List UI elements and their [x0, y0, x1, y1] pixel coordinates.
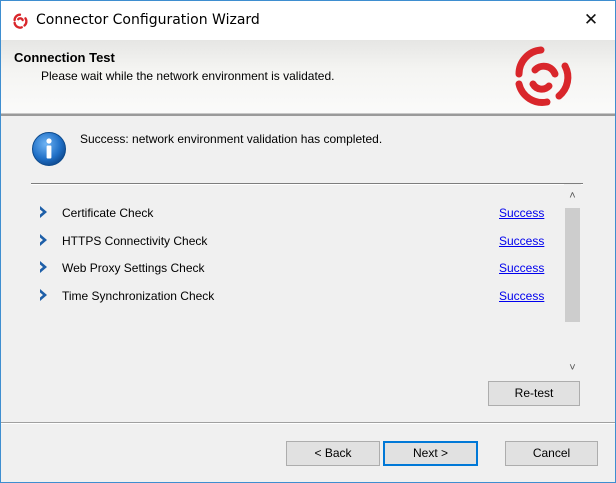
divider: [31, 183, 583, 185]
back-button[interactable]: < Back: [286, 441, 380, 466]
chevron-right-icon: [40, 206, 47, 218]
info-icon: [32, 132, 66, 166]
wizard-window: Connector Configuration Wizard ✕ Connect…: [0, 0, 616, 483]
check-result-link[interactable]: Success: [499, 289, 544, 303]
check-result-link[interactable]: Success: [499, 234, 544, 248]
check-list: Certificate Check Success HTTPS Connecti…: [36, 205, 556, 315]
window-title: Connector Configuration Wizard: [36, 12, 260, 28]
footer-divider: [1, 422, 615, 424]
scrollbar-thumb[interactable]: [565, 208, 580, 322]
next-button[interactable]: Next >: [383, 441, 478, 466]
brand-logo-icon: [515, 46, 572, 106]
check-label: Certificate Check: [62, 206, 154, 220]
chevron-right-icon: [40, 288, 47, 301]
app-logo-icon: [13, 13, 28, 29]
check-label: Time Synchronization Check: [62, 288, 215, 303]
chevron-right-icon: [40, 261, 47, 273]
check-result-link[interactable]: Success: [499, 261, 544, 275]
page-subtitle: Please wait while the network environmen…: [41, 69, 335, 83]
page-title: Connection Test: [14, 50, 115, 65]
check-result-link[interactable]: Success: [499, 206, 544, 220]
scrollbar[interactable]: ˄ ˅: [564, 184, 581, 386]
main-panel: Success: network environment validation …: [1, 116, 615, 421]
wizard-header: Connection Test Please wait while the ne…: [1, 40, 615, 116]
close-icon[interactable]: ✕: [579, 7, 603, 33]
check-label: HTTPS Connectivity Check: [62, 233, 208, 248]
cancel-button[interactable]: Cancel: [505, 441, 598, 466]
list-item: Web Proxy Settings Check Success: [36, 260, 556, 288]
scroll-up-icon[interactable]: ˄: [564, 188, 581, 205]
list-item: Time Synchronization Check Success: [36, 288, 556, 316]
list-item: HTTPS Connectivity Check Success: [36, 233, 556, 261]
title-bar: Connector Configuration Wizard ✕: [1, 1, 615, 40]
check-label: Web Proxy Settings Check: [62, 261, 205, 275]
retest-button[interactable]: Re-test: [488, 381, 580, 406]
scroll-down-icon[interactable]: ˅: [564, 360, 581, 377]
status-message: Success: network environment validation …: [80, 132, 383, 146]
list-item: Certificate Check Success: [36, 205, 556, 233]
chevron-right-icon: [40, 233, 47, 246]
